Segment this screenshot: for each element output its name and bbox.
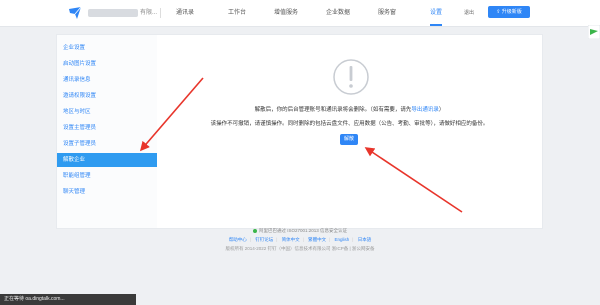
dissolve-notice-line2: 该操作不可撤销，请谨慎操作。同时删除的包括云盘文件、应用数据（公告、考勤、审批等… bbox=[210, 121, 489, 127]
footer-cert-text: 阿里巴巴通过 ISO27001:2013 信息安全认证 bbox=[258, 228, 348, 233]
dingtalk-logo-icon[interactable] bbox=[68, 6, 82, 20]
notice-line1-prefix: 解散后，你的后台管理账号和通讯录将会删除。（如有需要，请先 bbox=[254, 107, 412, 113]
upgrade-label: 升级新版 bbox=[501, 9, 522, 15]
footer-separator: | bbox=[329, 237, 331, 242]
company-name-blurred bbox=[88, 9, 138, 17]
sidebar-item-invite-permissions[interactable]: 邀请权限设置 bbox=[57, 89, 158, 103]
browser-status-bar: 正在等待 oa.dingtalk.com... bbox=[0, 294, 136, 305]
footer-link-help[interactable]: 帮助中心 bbox=[226, 237, 250, 242]
nav-workbench[interactable]: 工作台 bbox=[228, 0, 246, 26]
company-name[interactable]: 有限... bbox=[140, 7, 157, 16]
footer-certification: 阿里巴巴通过 ISO27001:2013 信息安全认证 bbox=[0, 228, 600, 234]
footer-link-forum[interactable]: 钉钉论坛 bbox=[252, 237, 276, 242]
nav-value-added-services[interactable]: 增值服务 bbox=[274, 0, 298, 26]
top-nav-bar: 有限... 通讯录 工作台 增值服务 企业数据 服务窗 设置 退出 ⇪ 升级新版 bbox=[0, 0, 600, 27]
nav-contacts[interactable]: 通讯录 bbox=[176, 0, 194, 26]
footer-link-english[interactable]: English bbox=[332, 237, 353, 242]
dissolve-button[interactable]: 解散 bbox=[340, 134, 358, 145]
shield-check-icon bbox=[252, 228, 257, 233]
export-contacts-link[interactable]: 导出通讯录 bbox=[411, 107, 439, 113]
dissolve-panel: 解散后，你的后台管理账号和通讯录将会删除。（如有需要，请先导出通讯录） 该操作不… bbox=[157, 34, 543, 229]
nav-settings[interactable]: 设置 bbox=[430, 0, 443, 26]
footer-link-traditional-chinese[interactable]: 繁體中文 bbox=[305, 237, 329, 242]
sidebar-item-function-group[interactable]: 职能组管理 bbox=[57, 169, 158, 183]
sidebar-item-region-timezone[interactable]: 地区与时区 bbox=[57, 105, 158, 119]
nav-divider bbox=[160, 8, 161, 18]
sidebar-item-launch-image[interactable]: 启动图片设置 bbox=[57, 57, 158, 71]
warning-icon bbox=[333, 59, 369, 95]
footer-link-simplified-chinese[interactable]: 简体中文 bbox=[279, 237, 303, 242]
sidebar-item-dissolve-enterprise[interactable]: 解散企业 bbox=[57, 153, 158, 167]
footer-separator: | bbox=[352, 237, 354, 242]
sidebar-item-set-main-admin[interactable]: 设置主管理员 bbox=[57, 121, 158, 135]
footer-links: 帮助中心 | 钉钉论坛 | 简体中文 | 繁體中文 | English | 日本語 bbox=[0, 237, 600, 243]
nav-service-window[interactable]: 服务窗 bbox=[378, 0, 396, 26]
footer-separator: | bbox=[302, 237, 304, 242]
logout-link[interactable]: 退出 bbox=[464, 9, 474, 16]
footer-link-japanese[interactable]: 日本語 bbox=[355, 237, 375, 242]
dissolve-notice-line1: 解散后，你的后台管理账号和通讯录将会删除。（如有需要，请先导出通讯录） bbox=[157, 105, 542, 113]
floating-sidebar-icon[interactable] bbox=[588, 25, 600, 39]
sidebar-item-contacts-info[interactable]: 通讯录信息 bbox=[57, 73, 158, 87]
sidebar-item-chat-management[interactable]: 聊天管理 bbox=[57, 185, 158, 199]
notice-line1-suffix: ） bbox=[438, 107, 445, 113]
sidebar-item-set-sub-admin[interactable]: 设置子管理员 bbox=[57, 137, 158, 151]
footer-separator: | bbox=[276, 237, 278, 242]
footer-separator: | bbox=[249, 237, 251, 242]
sidebar-item-enterprise-settings[interactable]: 企业设置 bbox=[57, 41, 158, 55]
upgrade-button[interactable]: ⇪ 升级新版 bbox=[488, 6, 530, 18]
nav-enterprise-data[interactable]: 企业数据 bbox=[326, 0, 350, 26]
footer-copyright: 版权所有 2014-2022 钉钉（中国）信息技术有限公司 浙ICP备 | 浙公… bbox=[225, 246, 375, 251]
settings-sidebar: 企业设置 启动图片设置 通讯录信息 邀请权限设置 地区与时区 设置主管理员 设置… bbox=[56, 34, 159, 229]
